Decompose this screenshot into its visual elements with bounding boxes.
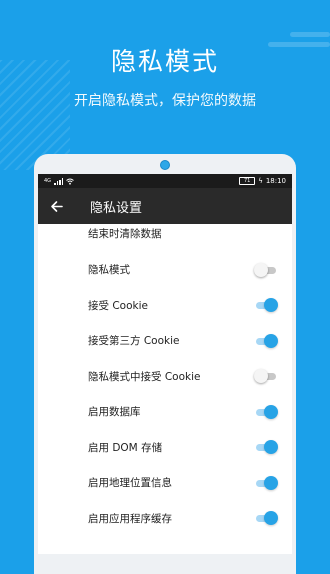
settings-row[interactable]: 接受 Cookie — [38, 288, 292, 324]
hero-subtitle: 开启隐私模式，保护您的数据 — [74, 93, 256, 109]
toggle-knob — [254, 262, 268, 277]
phone-screen: 4G 71 ϟ 18:10 隐私设置 结束时清除数据 隐私模式 接受 Cooki… — [38, 174, 292, 554]
toggle-switch[interactable] — [254, 262, 278, 277]
settings-row-label: 接受第三方 Cookie — [88, 335, 180, 348]
battery-level: 71 — [244, 178, 251, 184]
toggle-knob — [264, 440, 278, 455]
settings-row[interactable]: 隐私模式中接受 Cookie — [38, 359, 292, 395]
toggle-knob — [264, 511, 278, 526]
settings-row-label: 接受 Cookie — [88, 299, 148, 312]
arrow-left-icon — [50, 200, 63, 212]
wifi-icon — [66, 178, 74, 185]
settings-row-label: 启用地理位置信息 — [88, 477, 172, 490]
settings-list: 结束时清除数据 隐私模式接受 Cookie 接受第三方 Cookie 隐私模式中接受 … — [38, 224, 292, 536]
toggle-knob — [264, 298, 278, 313]
stripe-decoration — [290, 32, 330, 37]
charging-icon: ϟ — [258, 177, 263, 185]
network-label: 4G — [44, 178, 52, 184]
toggle-knob — [264, 475, 278, 490]
hero-title: 隐私模式 — [110, 47, 219, 76]
settings-row[interactable]: 启用 DOM 存储 — [38, 430, 292, 466]
settings-row[interactable]: 接受第三方 Cookie — [38, 323, 292, 359]
toggle-switch[interactable] — [254, 475, 278, 490]
status-bar: 4G 71 ϟ 18:10 — [38, 174, 292, 188]
settings-row-label: 启用应用程序缓存 — [88, 512, 172, 525]
toggle-knob — [264, 404, 278, 419]
settings-row-label: 隐私模式 — [88, 264, 130, 277]
clock: 18:10 — [265, 177, 286, 185]
settings-row[interactable]: 启用地理位置信息 — [38, 465, 292, 501]
toggle-knob — [254, 369, 268, 384]
signal-icon — [54, 178, 64, 185]
phone-frame: 4G 71 ϟ 18:10 隐私设置 结束时清除数据 隐私模式 接受 Cooki… — [34, 154, 296, 574]
settings-row[interactable]: 启用应用程序缓存 — [38, 501, 292, 537]
toggle-knob — [264, 333, 278, 348]
toggle-switch[interactable] — [254, 440, 278, 455]
toggle-switch[interactable] — [254, 511, 278, 526]
settings-row[interactable]: 结束时清除数据 — [38, 224, 292, 252]
settings-row[interactable]: 隐私模式 — [38, 252, 292, 288]
settings-row-label: 结束时清除数据 — [88, 228, 162, 240]
battery-icon: 71 — [239, 177, 256, 185]
back-button[interactable] — [38, 200, 74, 213]
settings-row-label: 隐私模式中接受 Cookie — [88, 370, 201, 383]
toggle-switch[interactable] — [254, 369, 278, 384]
toggle-switch[interactable] — [254, 404, 278, 419]
toggle-switch[interactable] — [254, 298, 278, 313]
settings-row[interactable]: 启用数据库 — [38, 394, 292, 430]
camera-icon — [160, 160, 170, 170]
page-title: 隐私设置 — [90, 200, 143, 216]
settings-row-label: 启用数据库 — [88, 406, 141, 419]
app-bar: 隐私设置 — [38, 188, 292, 224]
toggle-switch[interactable] — [254, 333, 278, 348]
settings-row-label: 启用 DOM 存储 — [88, 441, 163, 454]
